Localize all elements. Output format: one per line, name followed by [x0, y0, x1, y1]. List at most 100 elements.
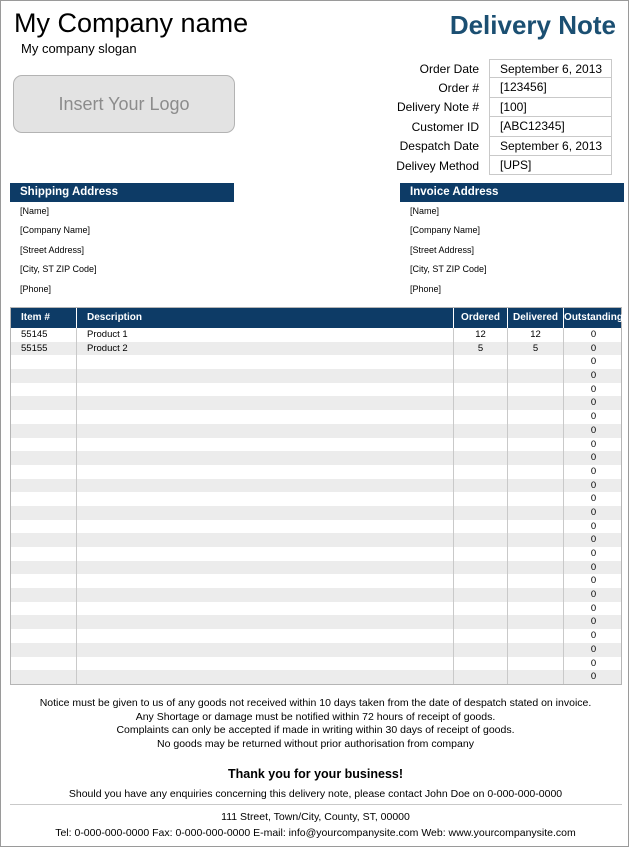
description-cell — [77, 519, 454, 534]
outstanding-cell: 0 — [590, 370, 597, 382]
description-cell: Product 1 — [77, 328, 454, 342]
outstanding-cell: 0 — [590, 630, 597, 642]
item-number-cell — [11, 519, 77, 534]
outstanding-cell: 0 — [590, 383, 597, 395]
delivered-cell — [508, 410, 564, 424]
ordered-cell — [454, 560, 508, 575]
item-number-cell — [11, 492, 77, 506]
company-name: My Company name — [14, 8, 249, 38]
ordered-cell: 12 — [454, 328, 508, 342]
delivered-cell — [508, 505, 564, 520]
invoice-address-block: Invoice Address [Name] [Company Name] [S… — [400, 183, 624, 299]
table-row: 0 — [11, 505, 621, 520]
outstanding-cell: 0 — [590, 643, 597, 655]
table-row: 0 — [11, 656, 621, 671]
outstanding-cell: 0 — [590, 548, 597, 559]
table-row: 0 — [11, 437, 621, 452]
shipping-street: [Street Address] — [20, 244, 85, 255]
description-cell — [77, 560, 454, 575]
item-number-cell: 55155 — [11, 341, 77, 356]
delivered-cell: 12 — [508, 328, 564, 342]
item-number-cell — [11, 382, 77, 397]
item-number-cell — [11, 478, 77, 493]
outstanding-cell: 0 — [590, 342, 597, 354]
outstanding-cell: 0 — [590, 479, 597, 491]
invoice-company: [Company Name] — [410, 225, 481, 236]
ordered-cell — [454, 437, 508, 452]
table-row: 0 — [11, 396, 621, 411]
table-row: 0 — [11, 615, 621, 630]
item-number-cell — [11, 451, 77, 465]
shipping-address-heading: Shipping Address — [10, 183, 234, 202]
table-row: 0 — [11, 670, 621, 684]
ordered-cell — [454, 355, 508, 370]
meta-label: Delivery Note # — [396, 100, 479, 115]
delivered-cell — [508, 629, 564, 643]
ordered-cell — [454, 423, 508, 438]
outstanding-cell: 0 — [590, 602, 597, 614]
delivered-cell — [508, 396, 564, 411]
meta-label: Customer ID — [411, 119, 479, 134]
table-row: 0 — [11, 629, 621, 643]
table-row: 0 — [11, 601, 621, 616]
column-header-description: Description — [77, 308, 454, 328]
meta-row-delivery-method: Delivey Method [UPS] — [341, 155, 621, 176]
footer-divider — [10, 804, 622, 805]
ordered-cell — [454, 451, 508, 465]
item-number-cell — [11, 547, 77, 561]
delivered-cell — [508, 656, 564, 671]
item-number-cell — [11, 656, 77, 671]
company-address-line: 111 Street, Town/City, County, ST, 00000 — [221, 811, 410, 823]
outstanding-cell: 0 — [590, 438, 597, 450]
table-row: 0 — [11, 355, 621, 370]
table-row: 55145 Product 1 12 12 0 — [11, 328, 621, 342]
logo-placeholder-text: Insert Your Logo — [58, 93, 190, 114]
delivery-note-page: My Company name My company slogan Delive… — [0, 0, 629, 847]
table-row: 0 — [11, 492, 621, 506]
ordered-cell — [454, 601, 508, 616]
delivered-cell — [508, 601, 564, 616]
description-cell — [77, 464, 454, 479]
description-cell — [77, 478, 454, 493]
item-number-cell — [11, 615, 77, 630]
item-number-cell — [11, 369, 77, 383]
table-row: 0 — [11, 574, 621, 589]
item-number-cell — [11, 560, 77, 575]
table-row: 0 — [11, 547, 621, 561]
meta-value: September 6, 2013 — [489, 59, 612, 79]
description-cell — [77, 670, 454, 684]
meta-row-delivery-note-number: Delivery Note # [100] — [341, 97, 621, 118]
order-meta-block: Order Date September 6, 2013 Order # [12… — [341, 59, 621, 176]
ordered-cell — [454, 615, 508, 630]
meta-value: [ABC12345] — [489, 117, 612, 137]
meta-row-despatch-date: Despatch Date September 6, 2013 — [341, 136, 621, 156]
ordered-cell — [454, 642, 508, 657]
notice-line: Any Shortage or damage must be notified … — [135, 710, 496, 723]
item-number-cell — [11, 574, 77, 589]
ordered-cell — [454, 588, 508, 602]
invoice-city: [City, ST ZIP Code] — [410, 264, 487, 275]
column-header-outstanding: Outstanding — [564, 312, 623, 323]
invoice-phone: [Phone] — [410, 283, 442, 294]
meta-value: [123456] — [489, 78, 612, 98]
meta-row-order-number: Order # [123456] — [341, 78, 621, 98]
item-number-cell — [11, 505, 77, 520]
description-cell — [77, 588, 454, 602]
ordered-cell — [454, 410, 508, 424]
shipping-company: [Company Name] — [20, 225, 91, 236]
delivered-cell: 5 — [508, 341, 564, 356]
delivered-cell — [508, 464, 564, 479]
meta-row-customer-id: Customer ID [ABC12345] — [341, 117, 621, 137]
ordered-cell — [454, 519, 508, 534]
table-row: 0 — [11, 642, 621, 657]
meta-value: [100] — [489, 97, 612, 118]
item-number-cell — [11, 670, 77, 684]
company-slogan: My company slogan — [21, 41, 137, 56]
column-header-item-number: Item # — [11, 308, 77, 328]
delivered-cell — [508, 369, 564, 383]
column-header-ordered: Ordered — [454, 308, 508, 328]
delivered-cell — [508, 478, 564, 493]
description-cell — [77, 369, 454, 383]
ordered-cell — [454, 382, 508, 397]
item-number-cell — [11, 533, 77, 547]
